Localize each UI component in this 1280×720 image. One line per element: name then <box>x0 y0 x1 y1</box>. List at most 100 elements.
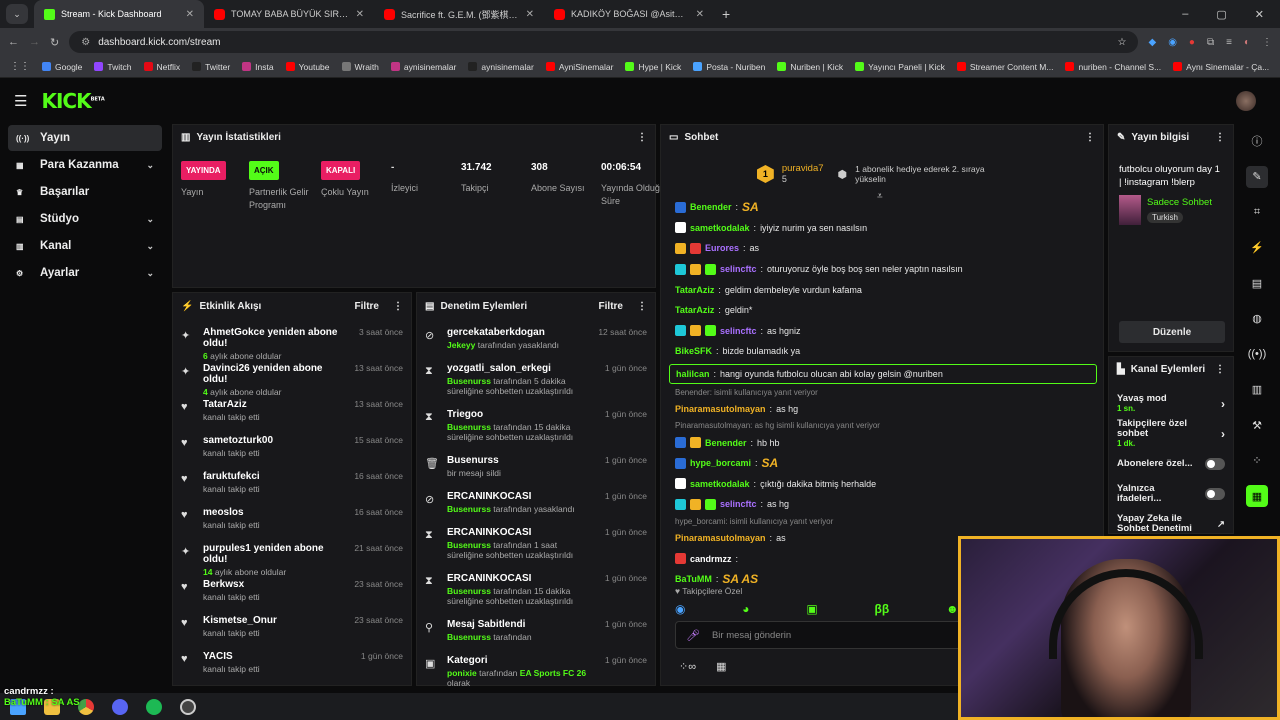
more-icon[interactable]: ⋮ <box>1215 132 1225 143</box>
moderation-item[interactable]: ⧗ yozgatli_salon_erkegi Busenurss tarafınd… <box>417 363 655 409</box>
bookmark-item[interactable]: Netflix <box>143 62 180 72</box>
broadcast-icon[interactable]: ((•)) <box>1246 343 1268 365</box>
channel-action[interactable]: Yalnızca ifadeleri... <box>1109 479 1233 509</box>
sidebar-item-0[interactable]: ((·)) Yayın <box>8 125 162 151</box>
chat-username[interactable]: TatarAziz <box>675 305 714 315</box>
wrench-icon[interactable]: ⚒ <box>1246 414 1268 436</box>
close-tab-icon[interactable]: ✕ <box>186 9 194 20</box>
chat-message[interactable]: selincftc: as hg <box>661 494 1105 515</box>
kick-app-icon[interactable]: ▦ <box>1246 485 1268 507</box>
bookmark-item[interactable]: Twitter <box>192 62 230 72</box>
site-info-icon[interactable]: ⚙ <box>81 37 90 48</box>
avatar[interactable] <box>1236 90 1256 111</box>
more-icon[interactable]: ⋮ <box>1085 132 1095 143</box>
window-controls[interactable]: – ▢ ✕ <box>1182 8 1280 21</box>
category-name[interactable]: Sadece Sohbet <box>1147 195 1212 210</box>
moderation-item[interactable]: ⧗ ERCANINKOCASI Busenurss tarafından 15 da… <box>417 573 655 619</box>
event-item[interactable]: ♥ faruktufekci kanalı takip etti 16 saat ön… <box>173 471 411 507</box>
chevron-down-icon[interactable]: ⌄ <box>146 241 154 252</box>
url-field[interactable]: ⚙ dashboard.kick.com/stream ☆ <box>69 31 1139 53</box>
menu-icon[interactable]: ☰ <box>14 92 27 110</box>
chat-username[interactable]: Eurores <box>705 243 739 253</box>
event-item[interactable]: ♥ meoslos kanalı takip etti 16 saat önce <box>173 507 411 543</box>
chevron-right-icon[interactable]: › <box>1221 397 1225 411</box>
chat-message[interactable]: selincftc: oturuyoruz öyle boş boş sen ne… <box>661 259 1105 280</box>
moderation-item[interactable]: ⧗ Triegoo Busenurss tarafından 15 dakika s… <box>417 409 655 455</box>
bookmark-star-icon[interactable]: ☆ <box>1118 37 1127 48</box>
browser-tab[interactable]: Sacrifice ft. G.E.M. (鄧紫棋) (Re ✕ <box>374 0 544 28</box>
moderation-item[interactable]: 🗑︎ Busenurss bir mesajı sildi 1 gün önce <box>417 455 655 491</box>
browser-tab[interactable]: KADIKÖY BOĞASI @Asitmen İLE ✕ <box>544 0 714 28</box>
event-item[interactable]: ♥ sametozturk00 kanalı takip etti 15 saat ö… <box>173 435 411 471</box>
chat-message[interactable]: TatarAziz: geldim dembeleyle vurdun kafam… <box>661 279 1105 300</box>
chat-bubble-icon[interactable]: ◍ <box>1246 308 1268 330</box>
bookmark-item[interactable]: Nuriben | Kick <box>777 62 843 72</box>
steam-icon[interactable] <box>180 698 196 715</box>
chat-username[interactable]: selincftc <box>720 326 757 336</box>
bookmark-item[interactable]: nuriben - Channel S... <box>1065 62 1161 72</box>
bookmark-item[interactable]: AyniSinemalar <box>545 62 613 72</box>
chat-username[interactable]: sametkodalak <box>690 479 750 489</box>
more-icon[interactable]: ⋮ <box>637 301 647 312</box>
chat-message[interactable]: sametkodalak: çıktığı dakika bitmiş herha… <box>661 474 1105 495</box>
chat-message[interactable]: Pinaramasutolmayan: as hg <box>661 399 1105 420</box>
chat-message[interactable]: selincftc: as hgniz <box>661 321 1105 342</box>
bookmark-item[interactable]: Aynı Sinemalar - Ça... <box>1173 62 1269 72</box>
gift-shop-icon[interactable]: ▦ <box>716 660 726 673</box>
more-icon[interactable]: ⋮ <box>1215 364 1225 375</box>
sidebar-item-4[interactable]: ▥ Kanal ⌄ <box>8 233 162 259</box>
emote-picker-icon[interactable]: ⁘∞ <box>679 660 696 673</box>
event-item[interactable]: ♥ Berkwsx kanalı takip etti 23 saat önce <box>173 579 411 615</box>
stack-icon[interactable]: ▥ <box>1246 379 1268 401</box>
lightning-icon[interactable]: ⚡ <box>1246 237 1268 259</box>
moderation-item[interactable]: ⧗ ERCANINKOCASI Busenurss tarafından 1 saa… <box>417 527 655 573</box>
bookmark-item[interactable]: aynisinemalar <box>468 62 534 72</box>
chat-message[interactable]: Eurores: as <box>661 238 1105 259</box>
microphone-icon[interactable]: 🎤︎ <box>686 629 700 642</box>
sidebar-item-2[interactable]: ♛ Başarılar <box>8 179 162 205</box>
spotify-icon[interactable] <box>146 698 162 715</box>
event-item[interactable]: ✦ Davinci26 yeniden abone oldu! 4 aylık ab… <box>173 363 411 399</box>
event-item[interactable]: ♥ TatarAziz kanalı takip etti 13 saat önce <box>173 399 411 435</box>
browser-tab[interactable]: TOMAY BABA BÜYÜK SIRRI ÇÖZ ✕ <box>204 0 374 28</box>
edit-button[interactable]: Düzenle <box>1119 321 1225 343</box>
chat-message[interactable]: hype_borcami: SA <box>661 453 1105 474</box>
notes-icon[interactable]: ▤ <box>1246 272 1268 294</box>
chat-username[interactable]: Benender <box>705 438 747 448</box>
edit-icon[interactable]: ✎ <box>1246 165 1268 188</box>
sidebar-item-3[interactable]: ▤ Stüdyo ⌄ <box>8 206 162 232</box>
forward-icon[interactable]: → <box>29 36 40 48</box>
chat-username[interactable]: Pinaramasutolmayan <box>675 533 766 543</box>
top-gifter-name[interactable]: puravida7 <box>782 163 824 174</box>
event-item[interactable]: ♥ Kismetse_Onur kanalı takip etti 23 saat ö… <box>173 615 411 651</box>
bookmark-item[interactable]: Insta <box>242 62 274 72</box>
close-tab-icon[interactable]: ✕ <box>526 9 534 20</box>
chevron-down-icon[interactable]: ⌄ <box>146 268 154 279</box>
chat-username[interactable]: halilcan <box>676 369 710 379</box>
back-icon[interactable]: ← <box>8 36 19 48</box>
info-icon[interactable]: ⓘ <box>1246 130 1268 152</box>
channel-action[interactable]: Yavaş mod 1 sn. › <box>1109 389 1233 419</box>
external-link-icon[interactable]: ↗ <box>1217 519 1225 530</box>
chat-message[interactable]: TatarAziz: geldin* <box>661 300 1105 321</box>
channel-action[interactable]: Yapay Zeka ile Sohbet Denetimi ↗ <box>1109 509 1233 539</box>
channel-action[interactable]: Takipçilere özel sohbet 1 dk. › <box>1109 419 1233 449</box>
moderation-item[interactable]: ⚲ Mesaj Sabitlendi Busenurss tarafından 1 g… <box>417 619 655 655</box>
chat-username[interactable]: Benender <box>690 202 732 212</box>
chat-message[interactable]: Benender: SA <box>661 197 1105 218</box>
bookmark-item[interactable]: aynisinemalar <box>390 62 456 72</box>
event-item[interactable]: ♥ YACIS kanalı takip etti 1 gün önce <box>173 651 411 687</box>
chat-username[interactable]: BaTuMM <box>675 574 712 584</box>
close-tab-icon[interactable]: ✕ <box>356 9 364 20</box>
filter-button[interactable]: Filtre <box>599 301 623 312</box>
kick-logo[interactable]: KICKBETA <box>41 89 104 113</box>
extensions-icons[interactable]: ◆ ◉ ● ⧉ ≡ ◐ ⋮ <box>1148 37 1272 48</box>
event-item[interactable]: ✦ AhmetGokce yeniden abone oldu! 6 aylık a… <box>173 327 411 363</box>
bookmark-item[interactable]: Yayıncı Paneli | Kick <box>855 62 945 72</box>
chrome-icon[interactable] <box>78 698 94 715</box>
chat-message[interactable]: halilcan: hangi oyunda futbolcu olucan ab… <box>669 363 1097 384</box>
bookmark-item[interactable]: Youtube <box>285 62 330 72</box>
bookmark-item[interactable]: Google <box>42 62 82 72</box>
chevron-down-icon[interactable]: ⌄ <box>146 214 154 225</box>
chevron-right-icon[interactable]: › <box>1221 427 1225 441</box>
